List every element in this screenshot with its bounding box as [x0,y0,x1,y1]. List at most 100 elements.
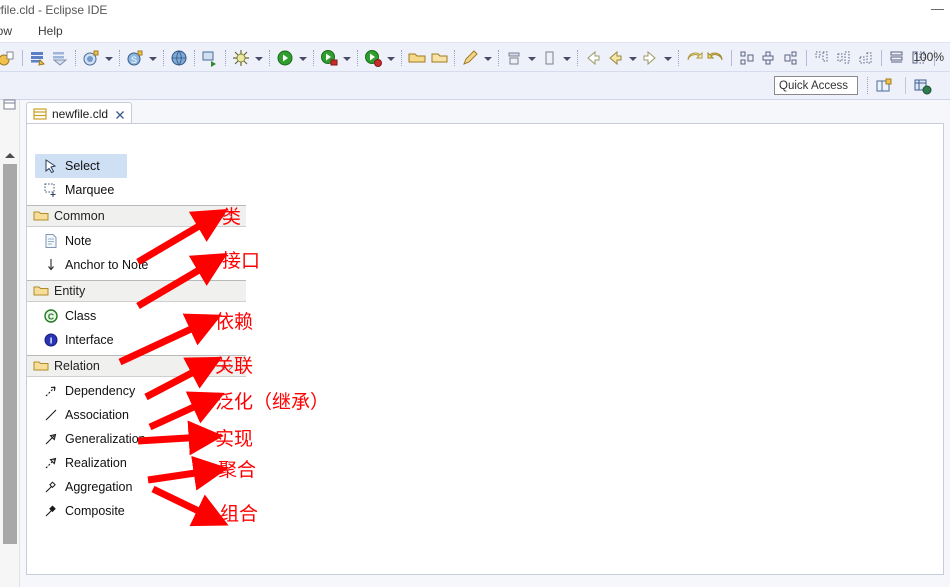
palette-section-common[interactable]: Common [27,205,246,227]
palette-item-aggregation[interactable]: Aggregation [27,475,246,499]
pencil-icon[interactable] [460,48,480,68]
toolbar-separator [225,50,226,66]
toolbar-separator [75,50,76,66]
window-title: wfile.cld - Eclipse IDE [0,3,108,17]
open-folder-icon [33,208,49,224]
open-perspective-icon[interactable] [874,76,894,96]
palette-item-label: Composite [65,504,125,518]
undo-icon[interactable] [684,48,704,68]
new-package-icon[interactable]: S [125,48,145,68]
chevron-down-icon[interactable] [148,48,157,68]
main-toolbar: S 100% [0,42,950,72]
toolbar-separator [454,50,455,66]
editor-tab-label: newfile.cld [52,106,109,121]
palette-item-interface[interactable]: I Interface [27,328,246,352]
new-wizard-icon[interactable] [0,48,17,68]
next-annotation-icon[interactable] [504,48,524,68]
zoom-level-label[interactable]: 100% [913,50,944,64]
open-type-icon[interactable] [407,48,427,68]
save-all-icon[interactable] [50,48,70,68]
toolbar-separator [269,50,270,66]
association-line-icon [43,407,59,423]
editor-tab-row: newfile.cld [26,102,944,124]
palette-item-realization[interactable]: Realization [27,451,246,475]
chevron-down-icon[interactable] [386,48,395,68]
back-history-icon[interactable] [605,48,625,68]
save-icon[interactable] [28,48,48,68]
collapse-icon[interactable] [220,211,234,223]
align-bottom-icon[interactable] [856,48,876,68]
open-task-icon[interactable] [429,48,449,68]
vertical-scrollbar[interactable] [3,164,17,544]
align-top-icon[interactable] [812,48,832,68]
svg-text:I: I [50,336,52,346]
toolbar-separator [577,50,578,66]
match-height-icon[interactable] [887,48,907,68]
palette-item-label: Interface [65,333,114,347]
palette-item-note[interactable]: Note [27,229,246,253]
toolbar-group-left: S [0,47,939,69]
open-folder-icon [33,283,49,299]
cursor-arrow-icon [43,158,59,174]
back-icon[interactable] [583,48,603,68]
palette-item-dependency[interactable]: Dependency [27,379,246,403]
palette-section-entity[interactable]: Entity [27,280,246,302]
palette-item-label: Association [65,408,129,422]
editor-tab-newfile[interactable]: newfile.cld [26,102,133,124]
run-icon[interactable] [275,48,295,68]
align-middle-icon[interactable] [834,48,854,68]
web-browser-icon[interactable] [169,48,189,68]
chevron-down-icon[interactable] [628,48,637,68]
forward-icon[interactable] [640,48,660,68]
menu-item-window[interactable]: dow [0,24,12,38]
palette-item-association[interactable]: Association [27,403,246,427]
run-coverage-icon[interactable] [363,48,383,68]
palette-item-generalization[interactable]: Generalization [27,427,246,451]
palette-item-anchor-to-note[interactable]: Anchor to Note [27,253,246,277]
diagram-canvas[interactable]: Select Marquee Common Note Anchor to Not… [26,123,944,575]
chevron-down-icon[interactable] [254,48,263,68]
redo-icon[interactable] [706,48,726,68]
aggregation-diamond-icon [43,479,59,495]
align-right-icon[interactable] [781,48,801,68]
menu-bar: dow Help [0,22,950,42]
palette: Select Marquee Common Note Anchor to Not… [27,124,246,574]
chevron-down-icon[interactable] [298,48,307,68]
search-input[interactable]: Quick Access [774,76,858,95]
palette-item-label: Class [65,309,97,323]
palette-tool-marquee[interactable]: Marquee [27,178,246,202]
scroll-up-button[interactable] [3,148,17,162]
external-tools-icon[interactable] [200,48,220,68]
toolbar-separator [905,77,906,94]
menu-item-help[interactable]: Help [38,24,63,38]
palette-section-relation[interactable]: Relation [27,355,246,377]
minimize-icon[interactable] [931,9,944,10]
chevron-down-icon[interactable] [663,48,672,68]
run-java-icon[interactable] [319,48,339,68]
chevron-down-icon[interactable] [527,48,536,68]
palette-item-label: Aggregation [65,480,133,494]
palette-item-composite[interactable]: Composite [27,499,246,523]
previous-annotation-icon[interactable] [539,48,559,68]
left-fast-view-bar [0,98,20,587]
chevron-down-icon[interactable] [483,48,492,68]
debug-icon[interactable] [231,48,251,68]
java-perspective-icon[interactable] [912,76,932,96]
align-center-icon[interactable] [759,48,779,68]
title-bar: wfile.cld - Eclipse IDE [0,0,950,22]
chevron-down-icon[interactable] [342,48,351,68]
minimized-view-icon[interactable] [2,98,18,114]
generalization-arrow-icon [43,431,59,447]
palette-item-label: Realization [65,456,127,470]
palette-item-label: Generalization [65,432,146,446]
palette-tool-select[interactable]: Select [35,154,127,178]
close-icon[interactable] [115,109,125,119]
chevron-down-icon[interactable] [562,48,571,68]
palette-item-label: Anchor to Note [65,258,149,272]
palette-item-class[interactable]: C Class [27,304,246,328]
align-left-icon[interactable] [737,48,757,68]
collapse-icon[interactable] [220,361,234,373]
new-class-icon[interactable] [81,48,101,68]
chevron-down-icon[interactable] [104,48,113,68]
composite-diamond-icon [43,503,59,519]
